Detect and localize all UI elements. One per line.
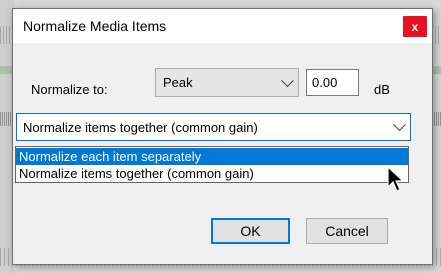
normalize-target-select[interactable]: Peak — [155, 68, 299, 97]
normalize-mode-value: Normalize items together (common gain) — [23, 120, 258, 135]
chevron-down-icon — [393, 118, 406, 132]
cancel-button[interactable]: Cancel — [306, 218, 388, 244]
normalize-target-value: Peak — [163, 75, 193, 90]
normalize-mode-select[interactable]: Normalize items together (common gain) — [16, 113, 411, 141]
normalize-dialog: Normalize Media Items x Normalize to: Pe… — [12, 8, 433, 265]
normalize-to-label: Normalize to: — [31, 82, 108, 97]
mouse-pointer-icon — [387, 166, 405, 192]
dialog-titlebar[interactable]: Normalize Media Items x — [13, 9, 432, 43]
ok-button[interactable]: OK — [211, 218, 290, 244]
chevron-down-icon — [281, 73, 294, 87]
normalize-mode-dropdown-list: Normalize each item separately Normalize… — [15, 146, 409, 183]
db-unit-label: dB — [374, 82, 390, 97]
dropdown-option-together[interactable]: Normalize items together (common gain) — [16, 165, 408, 182]
dialog-title: Normalize Media Items — [23, 18, 167, 34]
dropdown-option-separately[interactable]: Normalize each item separately — [16, 148, 408, 165]
close-icon: x — [411, 19, 419, 34]
normalize-level-input[interactable]: 0.00 — [306, 69, 359, 96]
close-button[interactable]: x — [403, 16, 427, 37]
